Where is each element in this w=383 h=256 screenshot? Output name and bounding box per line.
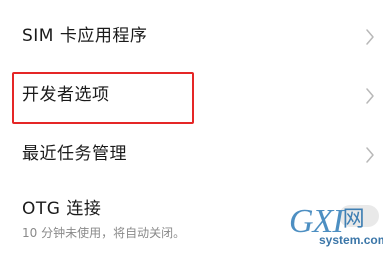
chevron-right-icon [366, 29, 374, 45]
chevron-right-icon [366, 147, 374, 163]
chevron-right-icon [366, 88, 374, 104]
watermark-logo: GXI网 system.com [289, 202, 383, 248]
settings-item-developer-options[interactable]: 开发者选项 [0, 84, 383, 108]
settings-screen: SIM 卡应用程序 开发者选项 最近任务管理 OTG 连接 10 分钟未使用，将… [0, 0, 383, 256]
settings-item-sim-toolkit[interactable]: SIM 卡应用程序 [0, 25, 383, 49]
settings-item-title: SIM 卡应用程序 [22, 26, 148, 46]
watermark-logo-cn: 网 [342, 207, 365, 232]
settings-item-title: 开发者选项 [22, 85, 110, 105]
settings-item-title: 最近任务管理 [22, 144, 127, 164]
settings-item-recent-tasks[interactable]: 最近任务管理 [0, 143, 383, 167]
watermark-domain: system.com [319, 233, 383, 247]
